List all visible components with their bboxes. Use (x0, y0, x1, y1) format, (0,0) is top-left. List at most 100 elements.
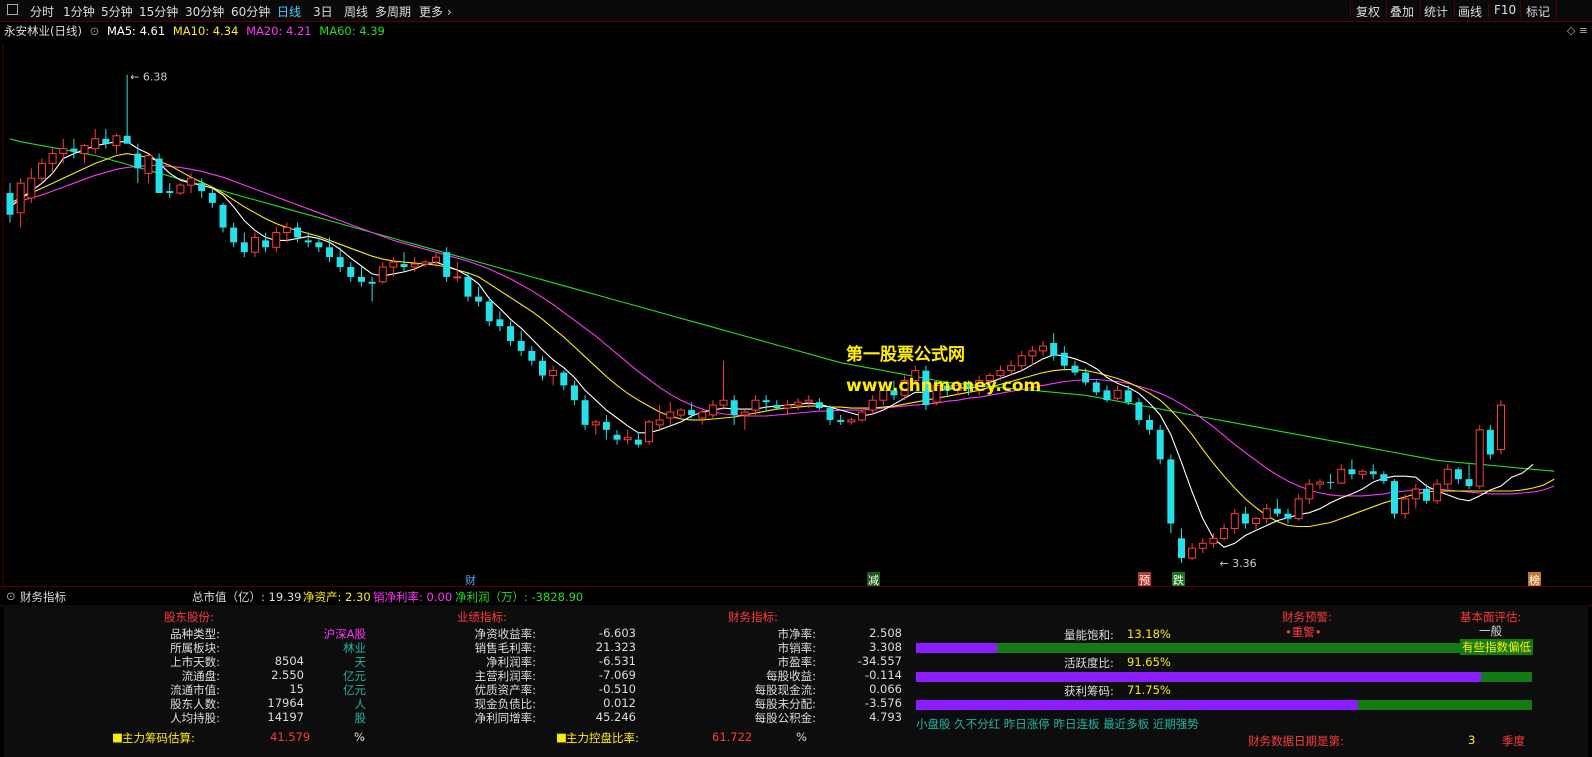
f10-button[interactable]: F10 (1494, 3, 1516, 17)
control-unit: % (796, 730, 807, 744)
tab-30min[interactable]: 30分钟 (185, 3, 224, 20)
candle-body-down (230, 227, 238, 243)
perf-header: 业绩指标: (457, 610, 507, 624)
candle-body-down (443, 252, 451, 277)
overlay-button[interactable]: 叠加 (1390, 3, 1414, 20)
candle-body-down (730, 400, 738, 416)
low-price-label: ← 3.36 (1219, 557, 1256, 570)
candle-body-up (37, 162, 46, 179)
bar-value-profit-chips: 71.75% (1127, 683, 1171, 697)
candle-body-up (1411, 488, 1420, 500)
ma60-line (9, 138, 1555, 472)
net-margin: 销净利率: 0.00 (373, 590, 453, 604)
candle-body-up (858, 411, 866, 421)
candle-body-up (272, 231, 281, 248)
panel-title: 财务指标 (20, 590, 66, 604)
fin-value: 0.066 (869, 682, 902, 696)
candle-body-down (134, 153, 142, 169)
candle-body-up (1358, 470, 1367, 475)
candle-body-up (187, 177, 196, 186)
bar-value-activity: 91.65% (1127, 655, 1171, 669)
candle-body-up (144, 155, 153, 174)
watermark-url: www.chnmoney.com (846, 376, 1042, 396)
chip-est-unit: % (354, 730, 365, 744)
candle-body-down (1454, 469, 1462, 480)
mark-button[interactable]: 标记 (1526, 3, 1550, 20)
candle-body-down (602, 421, 610, 430)
fin-value: -3.576 (864, 696, 902, 710)
tab-15min[interactable]: 15分钟 (139, 3, 178, 20)
perf-value: 45.246 (595, 710, 636, 724)
tab-1min[interactable]: 1分钟 (63, 3, 95, 20)
candle-body-up (1443, 468, 1452, 485)
candle-body-down (1124, 390, 1132, 403)
toolbar: 分时 1分钟 5分钟 15分钟 30分钟 60分钟 日线 3日 周线 多周期 更… (0, 0, 1592, 22)
bar-label-profit-chips: 获利筹码: (1064, 684, 1114, 698)
panel-toggle-icon[interactable]: ⊙ (6, 589, 16, 603)
candle-body-down (347, 267, 355, 277)
net-profit: 净利润（万）: -3828.90 (455, 590, 584, 604)
candle-body-down (6, 193, 14, 215)
fin-header: 财务指标: (728, 610, 778, 624)
candle-body-down (539, 360, 546, 376)
candle-body-up (719, 399, 728, 406)
tab-weekly[interactable]: 周线 (344, 3, 368, 20)
candle-body-up (1294, 498, 1303, 520)
candle-body-up (378, 266, 387, 283)
candle-body-down (464, 276, 472, 297)
window-icon[interactable] (7, 4, 18, 15)
candle-body-up (623, 437, 632, 441)
candle-body-down (1327, 482, 1335, 484)
candle-body-up (1262, 508, 1271, 520)
tab-daily[interactable]: 日线 (277, 3, 301, 20)
candle-body-up (1315, 481, 1324, 485)
chip-est-label: 主力筹码估算: (122, 731, 195, 745)
candle-body-down (773, 405, 781, 409)
candle-body-up (1209, 537, 1218, 544)
market-cap: 总市值（亿）: 19.39 (192, 590, 302, 604)
tab-fenshi[interactable]: 分时 (30, 3, 54, 20)
tab-60min[interactable]: 60分钟 (231, 3, 270, 20)
fuquan-button[interactable]: 复权 (1356, 3, 1380, 20)
holder-unit: 股 (354, 711, 367, 725)
tab-5min[interactable]: 5分钟 (101, 3, 133, 20)
profit-chips-bar (916, 700, 1532, 710)
candle-body-up (1017, 355, 1026, 367)
tag-line: 小盘股 久不分红 昨日涨停 昨日连板 最近多板 近期强势 (916, 717, 1199, 731)
candle-body-down (166, 191, 174, 194)
volume-saturation-bar (916, 643, 1532, 653)
candle-body-down (1092, 382, 1100, 393)
candle-body-up (645, 421, 653, 443)
candle-body-up (708, 404, 717, 416)
candle-body-up (794, 401, 803, 406)
candle-body-up (48, 153, 57, 164)
tab-more[interactable]: 更多 › (419, 3, 452, 20)
candle-body-up (740, 411, 749, 416)
holder-label: 人均持股: (170, 711, 220, 725)
candle-body-down (1348, 469, 1356, 475)
fin-value: 4.793 (869, 710, 902, 724)
tab-multi-period[interactable]: 多周期 (375, 3, 411, 20)
candle-body-up (655, 419, 664, 426)
kline-chart[interactable]: ← 6.38 ← 3.36 (0, 21, 1592, 586)
candle-body-down (155, 158, 163, 194)
candle-body-up (676, 409, 685, 416)
holder-value: 17964 (267, 696, 304, 710)
draw-line-button[interactable]: 画线 (1458, 3, 1482, 20)
candle-body-down (1486, 429, 1494, 455)
tab-3day[interactable]: 3日 (313, 3, 333, 20)
activity-fill (916, 672, 1481, 682)
holder-value: 8504 (274, 654, 304, 668)
candle-body-down (326, 247, 333, 258)
fin-value: 2.508 (869, 626, 902, 640)
ma10-line (9, 153, 1555, 528)
candle-body-down (837, 419, 845, 422)
candle-body-up (453, 276, 462, 279)
candle-body-down (208, 193, 216, 203)
stats-button[interactable]: 统计 (1424, 3, 1448, 20)
finance-panel-titlebar: ⊙ 财务指标 总市值（亿）: 19.39 净资产: 2.30 销净利率: 0.0… (0, 586, 1592, 606)
candle-body-up (1007, 365, 1016, 372)
candle-body-down (1156, 429, 1164, 460)
candle-body-down (688, 410, 696, 416)
control-label: 主力控盘比率: (566, 731, 639, 745)
